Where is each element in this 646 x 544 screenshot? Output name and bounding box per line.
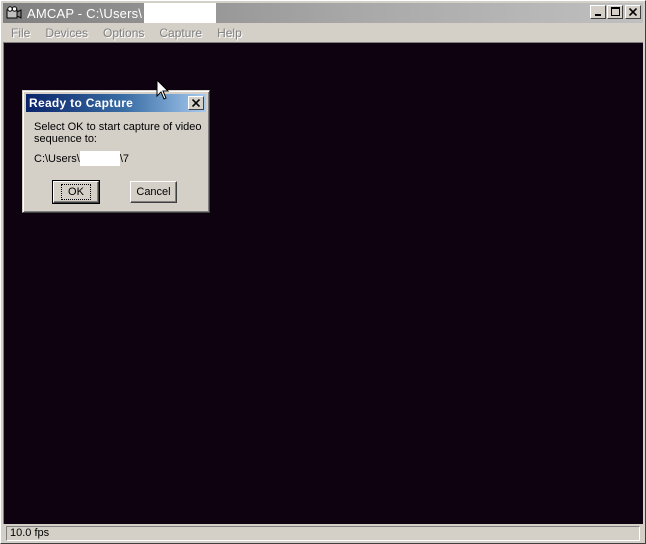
redacted-title-segment bbox=[144, 3, 217, 23]
menu-options[interactable]: Options bbox=[95, 26, 151, 40]
path-prefix: C:\Users\ bbox=[34, 152, 80, 165]
window-title: AMCAP - C:\Users\ bbox=[27, 5, 143, 21]
app-window: AMCAP - C:\Users\ File Devices Options C… bbox=[0, 0, 646, 544]
maximize-icon bbox=[610, 5, 620, 19]
menu-help[interactable]: Help bbox=[209, 26, 249, 40]
cancel-button[interactable]: Cancel bbox=[130, 181, 177, 203]
close-icon bbox=[628, 5, 638, 19]
minimize-button[interactable] bbox=[590, 5, 606, 19]
cancel-button-label: Cancel bbox=[136, 186, 171, 198]
ok-button[interactable]: OK bbox=[52, 180, 100, 204]
dialog-message: Select OK to start capture of video sequ… bbox=[34, 121, 202, 145]
dialog-title: Ready to Capture bbox=[29, 96, 134, 110]
ready-to-capture-dialog: Ready to Capture Select OK to start capt… bbox=[22, 90, 210, 213]
window-titlebar[interactable]: AMCAP - C:\Users\ bbox=[3, 3, 643, 23]
camera-icon bbox=[5, 5, 23, 21]
mouse-cursor-icon bbox=[156, 79, 170, 100]
maximize-button[interactable] bbox=[607, 5, 623, 19]
menu-capture[interactable]: Capture bbox=[151, 26, 209, 40]
redacted-path-segment bbox=[79, 151, 120, 166]
close-button[interactable] bbox=[625, 5, 641, 19]
window-controls bbox=[589, 5, 641, 19]
menu-devices[interactable]: Devices bbox=[37, 26, 95, 40]
ok-button-label: OK bbox=[61, 184, 91, 200]
status-bar: 10.0 fps bbox=[3, 524, 643, 543]
capture-file-path: C:\Users\ \7 bbox=[34, 151, 129, 166]
close-icon bbox=[191, 96, 201, 110]
menu-file[interactable]: File bbox=[3, 26, 37, 40]
path-suffix: \7 bbox=[119, 152, 130, 165]
dialog-titlebar[interactable]: Ready to Capture bbox=[26, 94, 206, 112]
fps-status: 10.0 fps bbox=[6, 526, 640, 541]
menu-bar: File Devices Options Capture Help bbox=[3, 23, 643, 42]
minimize-icon bbox=[594, 5, 602, 19]
dialog-close-button[interactable] bbox=[188, 96, 204, 110]
